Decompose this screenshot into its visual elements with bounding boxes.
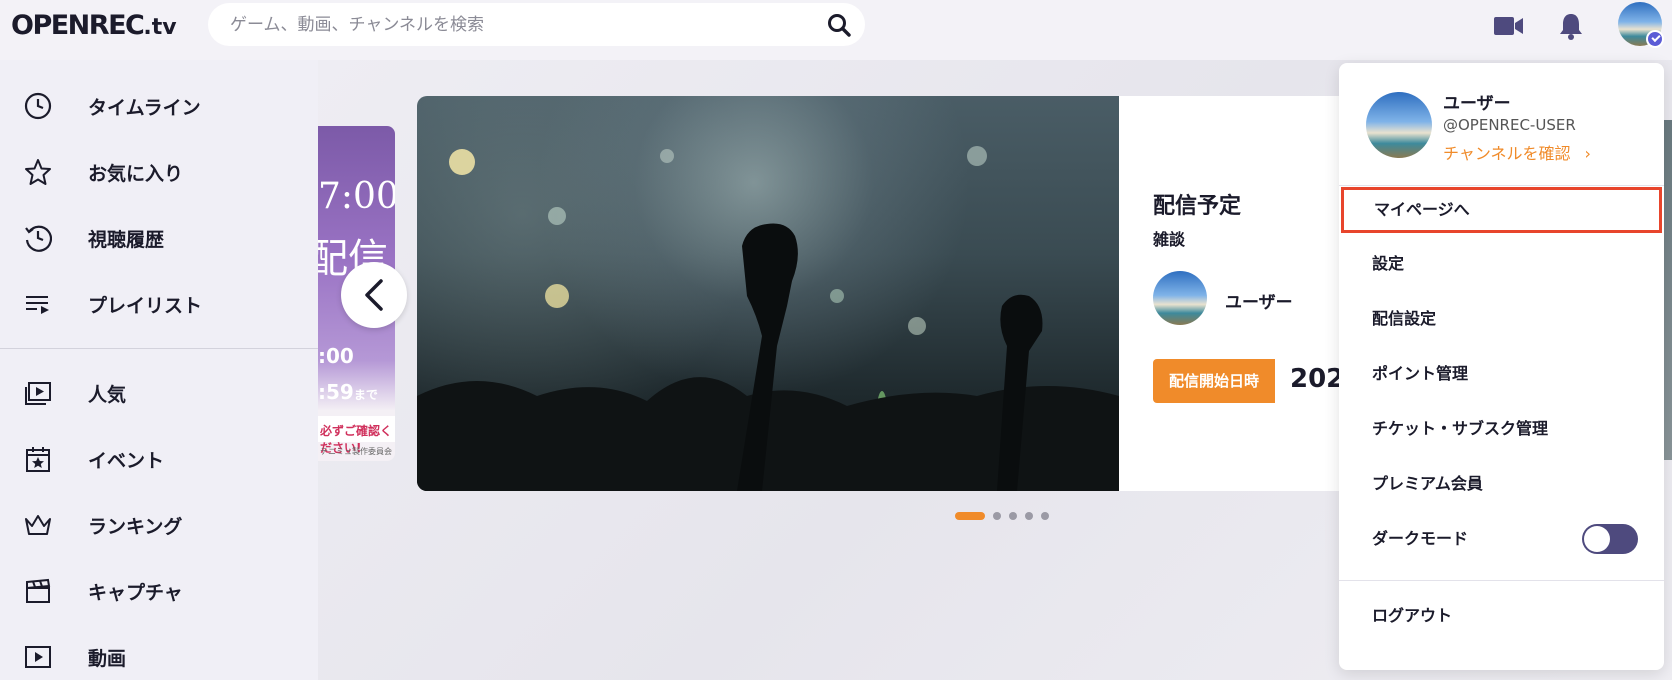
chevron-right-icon: › [1584, 144, 1591, 163]
sidebar-item-capture[interactable]: キャプチャ [0, 566, 318, 616]
carousel-dot[interactable] [993, 512, 1001, 520]
carousel-dot[interactable] [1025, 512, 1033, 520]
menu-item-mypage[interactable]: マイページへ [1341, 187, 1662, 233]
calendar-star-icon [24, 445, 52, 473]
bell-icon[interactable] [1556, 12, 1586, 40]
menu-item-points[interactable]: ポイント管理 [1339, 351, 1664, 397]
search-input[interactable] [230, 14, 810, 35]
view-channel-label: チャンネルを確認 [1443, 144, 1571, 163]
sidebar-item-playlist[interactable]: プレイリスト [0, 279, 318, 329]
sidebar-item-label: タイムライン [88, 96, 201, 119]
hero-category: 雑談 [1153, 230, 1186, 249]
sidebar-item-label: 視聴履歴 [88, 228, 165, 251]
sidebar-item-label: プレイリスト [88, 294, 203, 317]
menu-item-logout[interactable]: ログアウト [1339, 593, 1664, 639]
menu-item-tickets-subs[interactable]: チケット・サブスク管理 [1339, 406, 1664, 452]
sidebar-item-label: ランキング [88, 515, 183, 538]
clapper-icon [24, 577, 52, 605]
video-camera-icon[interactable] [1494, 12, 1524, 40]
menu-item-stream-settings[interactable]: 配信設定 [1339, 296, 1664, 342]
verified-check-icon [1646, 30, 1664, 48]
logo-text: OPENREC [11, 10, 145, 41]
menu-user-handle: @OPENREC-USER [1443, 116, 1576, 134]
user-dropdown-menu: ユーザー @OPENREC-USER チャンネルを確認 › マイページへ 設定 配… [1339, 63, 1664, 670]
hero-title: 配信予定 [1153, 194, 1242, 219]
sidebar-item-events[interactable]: イベント [0, 434, 318, 484]
sidebar-item-label: お気に入り [88, 162, 184, 185]
playlist-icon [24, 290, 52, 318]
sidebar-item-favorites[interactable]: お気に入り [0, 147, 318, 197]
sidebar-item-label: 動画 [88, 647, 127, 670]
menu-item-premium[interactable]: プレミアム会員 [1339, 461, 1664, 507]
openrec-logo[interactable]: OPENREC.tv [11, 10, 177, 41]
prev-card-made: まで [353, 388, 378, 402]
sidebar-item-label: 人気 [88, 383, 127, 406]
top-header: OPENREC.tv [0, 0, 1672, 60]
logo-tv-text: .tv [143, 15, 177, 40]
menu-user-name: ユーザー [1443, 94, 1511, 114]
sidebar-item-label: イベント [88, 449, 165, 472]
sidebar: タイムライン お気に入り 視聴履歴 プレイリスト 人気 イベント ランキング キ… [0, 60, 318, 680]
prev-card-time: 7:00 [318, 176, 395, 217]
menu-user-avatar [1366, 92, 1432, 158]
star-icon [24, 158, 52, 186]
sidebar-divider [0, 348, 318, 349]
prev-card-credit: テニミュ製作委員会 [320, 447, 392, 456]
search-bar [208, 3, 865, 46]
hero-user-avatar[interactable] [1153, 271, 1207, 325]
sidebar-item-popular[interactable]: 人気 [0, 368, 318, 418]
view-channel-link[interactable]: チャンネルを確認 › [1443, 140, 1591, 164]
crown-icon [24, 511, 52, 539]
dark-mode-toggle[interactable] [1582, 524, 1638, 554]
toggle-knob [1584, 526, 1610, 552]
prev-card-time-end: :59まで [318, 380, 378, 404]
prev-card-end-value: :59 [318, 380, 354, 404]
chevron-left-icon [365, 279, 383, 311]
start-datetime-value: 202 [1290, 364, 1345, 394]
play-box-icon [24, 379, 52, 407]
hero-info-panel: 配信予定 雑談 ユーザー 配信開始日時 202 [1119, 96, 1344, 491]
carousel-dot[interactable] [955, 512, 985, 520]
carousel-dot[interactable] [1041, 512, 1049, 520]
hero-banner-image[interactable] [417, 96, 1119, 491]
sidebar-item-history[interactable]: 視聴履歴 [0, 213, 318, 263]
sidebar-item-ranking[interactable]: ランキング [0, 500, 318, 550]
start-datetime-badge: 配信開始日時 [1153, 359, 1275, 403]
history-icon [24, 224, 53, 252]
menu-item-settings[interactable]: 設定 [1339, 241, 1664, 287]
video-icon [24, 643, 52, 671]
sidebar-item-videos[interactable]: 動画 [0, 632, 318, 680]
prev-card-notice: 必ずご確認ください! [318, 416, 395, 455]
menu-divider [1339, 185, 1664, 186]
carousel-dot[interactable] [1009, 512, 1017, 520]
clock-icon [24, 92, 52, 120]
sidebar-item-timeline[interactable]: タイムライン [0, 81, 318, 131]
sidebar-item-label: キャプチャ [88, 581, 183, 604]
prev-card-time-mid: :00 [318, 344, 354, 368]
hero-user-name[interactable]: ユーザー [1225, 288, 1293, 313]
user-avatar-button[interactable] [1618, 2, 1664, 48]
menu-divider [1339, 580, 1664, 581]
search-icon[interactable] [827, 13, 851, 37]
carousel-prev-button[interactable] [341, 262, 407, 328]
carousel-dots [955, 512, 1057, 520]
